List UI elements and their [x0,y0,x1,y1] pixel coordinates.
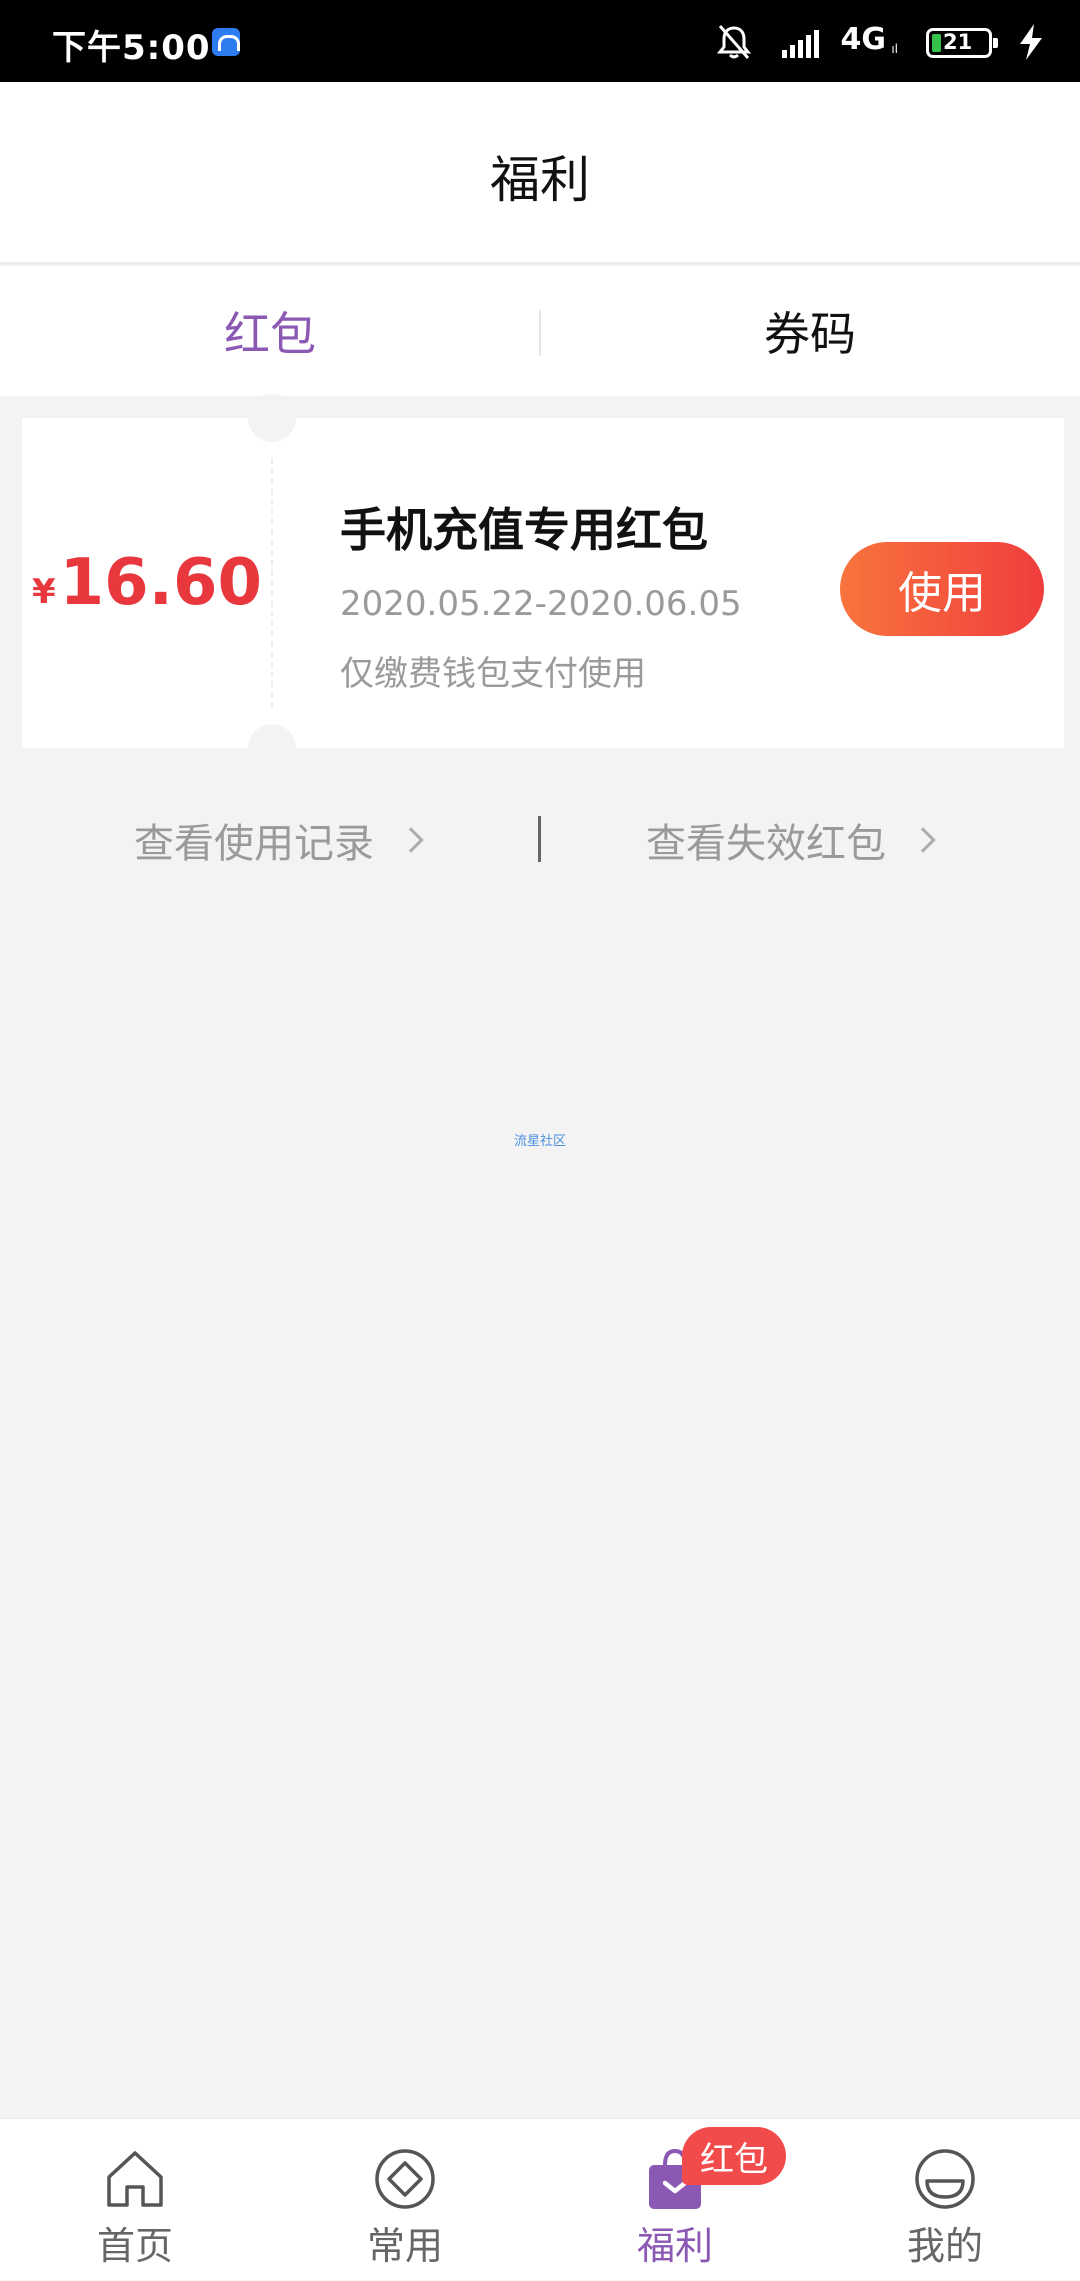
charging-icon [1020,24,1042,60]
links-row: 查看使用记录 查看失效红包 [0,800,1080,880]
smiley-icon [915,2149,975,2209]
links-divider [538,816,541,862]
tab-red-packet-label: 红包 [224,307,316,361]
home-icon [107,2151,163,2207]
tab-coupon-code[interactable]: 券码 [540,266,1080,396]
title-bar: 福利 [0,82,1080,264]
chevron-right-icon [398,827,424,853]
nav-item-home[interactable]: 首页 [0,2119,270,2281]
red-packet-badge: 红包 [682,2127,786,2185]
nav-label-common: 常用 [366,2224,443,2268]
coupon-card: ¥ 16.60 手机充值专用红包 2020.05.22-2020.06.05 仅… [22,394,1064,772]
coupon-validity-dates: 2020.05.22-2020.06.05 [340,584,742,624]
nav-label-welfare: 福利 [636,2224,713,2268]
currency-symbol: ¥ [31,572,56,612]
bottom-nav: 首页 常用 红包 福利 我的 [0,2118,1080,2280]
chevron-right-icon [910,827,936,853]
watermark: 流星社区 [513,1134,566,1149]
view-expired-packets-label: 查看失效红包 [646,821,886,867]
nav-item-mine[interactable]: 我的 [810,2119,1080,2281]
tab-coupon-code-label: 券码 [764,307,856,361]
bell-off-icon [716,25,752,59]
coupon-title: 手机充值专用红包 [340,503,708,557]
signal-icon [782,30,819,58]
status-time: 下午5:00 [52,28,211,68]
battery-percent: 21 [943,30,973,54]
diamond-icon [375,2149,435,2209]
nav-label-home: 首页 [96,2224,173,2268]
nav-item-welfare[interactable]: 红包 福利 [540,2119,810,2281]
tab-bar: 红包 券码 [0,266,1080,396]
tab-red-packet[interactable]: 红包 [0,266,540,396]
battery-icon: 21 [926,28,998,58]
app-notification-icon [212,28,240,56]
network-type: 4G [840,22,887,57]
page-title: 福利 [490,151,590,209]
use-button[interactable]: 使用 [840,542,1044,636]
amount-value: 16.60 [59,546,263,620]
network-activity: ıl [891,42,898,56]
view-expired-packets-link[interactable]: 查看失效红包 [646,800,936,880]
status-indicators: 4G ıl 21 [624,20,1044,64]
nav-label-mine: 我的 [906,2224,983,2268]
view-usage-history-link[interactable]: 查看使用记录 [134,800,424,880]
view-usage-history-label: 查看使用记录 [134,821,374,867]
coupon-amount: ¥ 16.60 [22,418,272,748]
coupon-usage-note: 仅缴费钱包支付使用 [340,654,646,694]
battery-level [932,34,941,52]
nav-item-common[interactable]: 常用 [270,2119,540,2281]
status-bar: 下午5:00 4G ıl 21 [0,0,1080,82]
